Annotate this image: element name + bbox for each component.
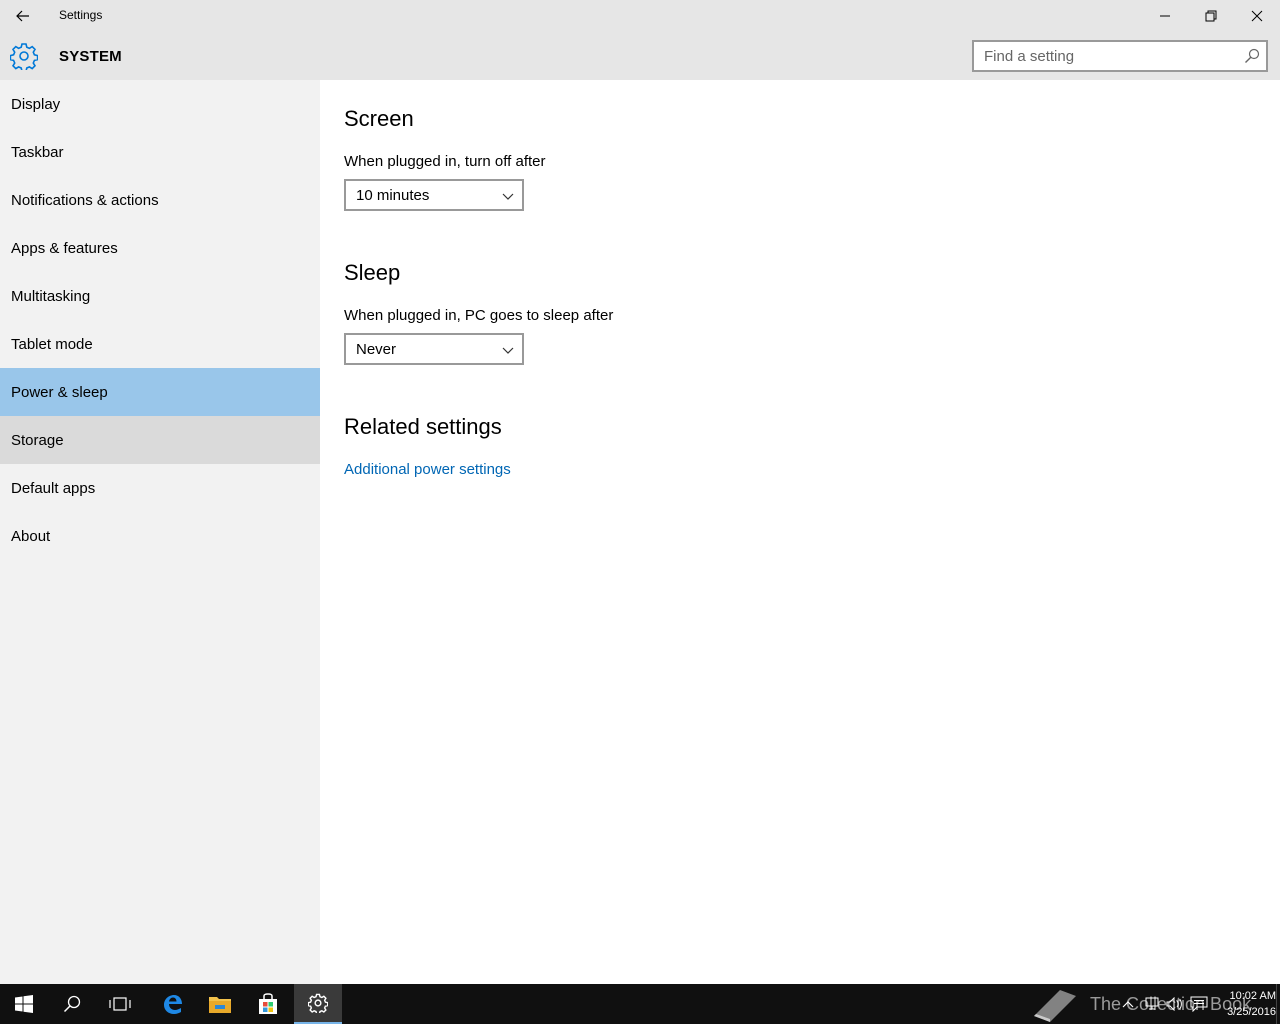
restore-icon [1205, 10, 1217, 22]
restore-button[interactable] [1188, 0, 1234, 32]
search-icon[interactable] [1244, 48, 1260, 64]
sidebar-item-power-sleep[interactable]: Power & sleep [0, 368, 320, 416]
close-button[interactable] [1234, 0, 1280, 32]
edge-button[interactable] [148, 984, 196, 1024]
sidebar-item-taskbar[interactable]: Taskbar [0, 128, 320, 176]
sidebar-item-label: Multitasking [11, 287, 91, 305]
action-center-button[interactable] [1188, 984, 1210, 1024]
file-explorer-button[interactable] [196, 984, 244, 1024]
taskbar-search-button[interactable] [48, 984, 96, 1024]
minimize-icon [1160, 15, 1170, 17]
sleep-heading: Sleep [344, 260, 401, 285]
book-icon [1034, 990, 1076, 1022]
search-input[interactable] [974, 42, 1234, 70]
sleep-timeout-value: Never [356, 340, 397, 358]
sidebar-item-label: Apps & features [11, 239, 118, 257]
sidebar-item-label: About [11, 527, 51, 545]
sidebar-item-apps-features[interactable]: Apps & features [0, 224, 320, 272]
additional-power-settings-link[interactable]: Additional power settings [344, 461, 511, 478]
screen-timeout-value: 10 minutes [356, 186, 430, 204]
sleep-label: When plugged in, PC goes to sleep after [344, 307, 614, 324]
chevron-up-icon [1122, 1001, 1134, 1008]
chevron-down-icon [502, 193, 514, 200]
sidebar-item-label: Display [11, 95, 61, 113]
task-view-button[interactable] [96, 984, 144, 1024]
back-button[interactable] [0, 0, 46, 32]
close-icon [1251, 10, 1263, 22]
settings-header: SYSTEM [0, 32, 1280, 80]
show-desktop-button[interactable] [1276, 984, 1280, 1024]
file-explorer-icon [209, 997, 231, 1013]
chevron-down-icon [502, 347, 514, 354]
gear-icon [10, 43, 38, 70]
volume-icon [1166, 997, 1182, 1011]
back-arrow-icon [16, 10, 29, 22]
network-icon [1145, 997, 1159, 1010]
settings-icon [308, 993, 328, 1013]
main-content: Screen When plugged in, turn off after 1… [320, 80, 1280, 984]
sidebar-item-multitasking[interactable]: Multitasking [0, 272, 320, 320]
sidebar-item-label: Tablet mode [11, 335, 93, 353]
sidebar-item-display[interactable]: Display [0, 80, 320, 128]
screen-heading: Screen [344, 106, 414, 131]
network-button[interactable] [1140, 984, 1162, 1024]
screen-label: When plugged in, turn off after [344, 153, 546, 170]
edge-icon [164, 995, 182, 1014]
clock-date: 3/25/2016 [1227, 1006, 1276, 1018]
show-hidden-icons-button[interactable] [1118, 984, 1138, 1024]
window-title: Settings [59, 8, 103, 22]
sidebar-item-about[interactable]: About [0, 512, 320, 560]
taskbar: The Collection Book 10:02 AM 3/25/2016 [0, 984, 1280, 1024]
minimize-button[interactable] [1142, 0, 1188, 32]
sleep-timeout-dropdown[interactable]: Never [344, 333, 524, 365]
sidebar-item-label: Storage [11, 431, 64, 449]
section-title: SYSTEM [59, 48, 122, 65]
store-icon [259, 993, 277, 1014]
sidebar: Display Taskbar Notifications & actions … [0, 80, 320, 984]
clock-time: 10:02 AM [1229, 990, 1276, 1002]
start-icon [15, 995, 33, 1013]
task-view-icon [109, 997, 131, 1011]
action-center-icon [1190, 996, 1208, 1012]
sidebar-item-label: Notifications & actions [11, 191, 159, 209]
screen-timeout-dropdown[interactable]: 10 minutes [344, 179, 524, 211]
sidebar-item-notifications[interactable]: Notifications & actions [0, 176, 320, 224]
sidebar-item-default-apps[interactable]: Default apps [0, 464, 320, 512]
search-icon [63, 995, 81, 1013]
sidebar-item-label: Default apps [11, 479, 96, 497]
sidebar-item-label: Taskbar [11, 143, 64, 161]
related-settings-heading: Related settings [344, 414, 502, 439]
sidebar-item-tablet-mode[interactable]: Tablet mode [0, 320, 320, 368]
title-bar: Settings [0, 0, 1280, 32]
store-button[interactable] [244, 984, 292, 1024]
volume-button[interactable] [1164, 984, 1186, 1024]
sidebar-item-label: Power & sleep [11, 383, 108, 401]
settings-taskbar-button[interactable] [294, 984, 342, 1024]
search-box[interactable] [972, 40, 1268, 72]
taskbar-clock[interactable]: 10:02 AM 3/25/2016 [1210, 988, 1276, 1020]
sidebar-item-storage[interactable]: Storage [0, 416, 320, 464]
start-button[interactable] [0, 984, 48, 1024]
